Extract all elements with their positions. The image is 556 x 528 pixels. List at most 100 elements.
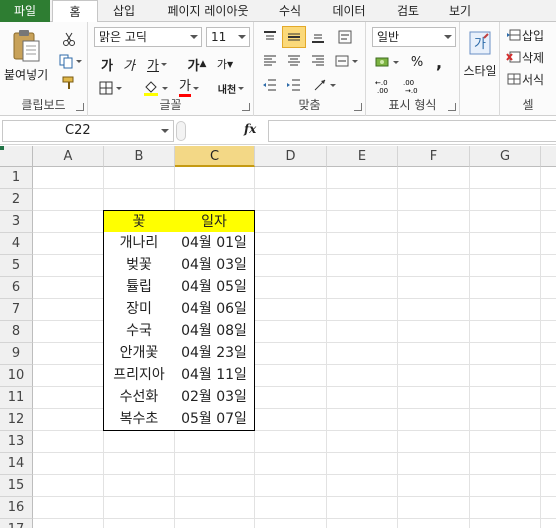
phonetic-button[interactable]: 내천 <box>216 78 246 98</box>
cut-button[interactable] <box>60 30 78 48</box>
paste-label[interactable]: 붙여넣기 <box>4 66 48 83</box>
table-cell[interactable]: 수국 <box>103 320 175 343</box>
table-cell[interactable]: 수선화 <box>103 386 175 409</box>
top-align-button[interactable] <box>260 28 280 46</box>
font-name-dropdown[interactable]: 맑은 고딕 <box>94 27 202 47</box>
alignment-launcher[interactable] <box>354 103 362 111</box>
fill-color-button[interactable] <box>140 78 170 98</box>
styles-label[interactable]: 스타일 <box>460 62 500 79</box>
table-cell[interactable]: 04월 23일 <box>174 342 255 365</box>
table-header-cell[interactable]: 꽃 <box>103 210 175 233</box>
column-header-h[interactable] <box>541 146 556 167</box>
row-header-15[interactable]: 15 <box>0 475 33 497</box>
table-cell[interactable]: 프리지아 <box>103 364 175 387</box>
tab-review[interactable]: 검토 <box>388 0 428 22</box>
insert-cells-button[interactable]: 삽입 <box>506 26 556 44</box>
row-header-8[interactable]: 8 <box>0 321 33 343</box>
row-header-6[interactable]: 6 <box>0 277 33 299</box>
row-header-13[interactable]: 13 <box>0 431 33 453</box>
tab-page-layout[interactable]: 페이지 레이아웃 <box>158 0 258 22</box>
column-header-b[interactable]: B <box>104 146 175 167</box>
left-align-button[interactable] <box>260 52 280 70</box>
format-painter-button[interactable] <box>60 74 78 92</box>
formula-input[interactable] <box>268 120 556 142</box>
table-cell[interactable]: 복수초 <box>103 408 175 431</box>
delete-cells-button[interactable]: 삭제 <box>506 48 556 66</box>
row-header-4[interactable]: 4 <box>0 233 33 255</box>
worksheet-grid[interactable]: ABCDEFG 1234567891011121314151617 꽃일자개나리… <box>0 146 556 528</box>
copy-button[interactable] <box>58 52 82 70</box>
table-cell[interactable]: 04월 05일 <box>174 276 255 299</box>
column-header-c[interactable]: C <box>175 146 255 167</box>
row-header-2[interactable]: 2 <box>0 189 33 211</box>
row-header-3[interactable]: 3 <box>0 211 33 233</box>
decrease-decimal-button[interactable]: .00 →.0 <box>402 76 426 96</box>
row-header-16[interactable]: 16 <box>0 497 33 519</box>
table-cell[interactable]: 튤립 <box>103 276 175 299</box>
borders-button[interactable] <box>96 78 124 98</box>
column-header-g[interactable]: G <box>470 146 541 167</box>
row-header-1[interactable]: 1 <box>0 167 33 189</box>
row-header-9[interactable]: 9 <box>0 343 33 365</box>
number-format-dropdown[interactable]: 일반 <box>372 27 456 47</box>
table-cell[interactable]: 02월 03일 <box>174 386 255 409</box>
tab-formulas[interactable]: 수식 <box>270 0 310 22</box>
table-cell[interactable]: 04월 03일 <box>174 254 255 277</box>
name-box[interactable]: C22 <box>2 120 174 142</box>
center-align-button[interactable] <box>284 52 304 70</box>
row-header-7[interactable]: 7 <box>0 299 33 321</box>
middle-align-button[interactable] <box>282 26 306 48</box>
row-header-14[interactable]: 14 <box>0 453 33 475</box>
underline-button[interactable]: 가 <box>144 54 170 74</box>
increase-decimal-button[interactable]: ←.0.00 <box>374 76 398 96</box>
merge-center-button[interactable] <box>332 52 360 70</box>
bold-button[interactable]: 가 <box>98 54 116 74</box>
column-header-e[interactable]: E <box>327 146 398 167</box>
row-header-5[interactable]: 5 <box>0 255 33 277</box>
table-cell[interactable]: 개나리 <box>103 232 175 255</box>
table-cell[interactable]: 장미 <box>103 298 175 321</box>
row-header-12[interactable]: 12 <box>0 409 33 431</box>
column-header-f[interactable]: F <box>398 146 470 167</box>
tab-data[interactable]: 데이터 <box>326 0 372 22</box>
column-header-d[interactable]: D <box>255 146 327 167</box>
grow-font-button[interactable]: 가 ▲ <box>184 54 210 74</box>
row-header-17[interactable]: 17 <box>0 519 33 528</box>
formula-bar-splitter[interactable] <box>176 121 186 141</box>
table-cell[interactable]: 안개꽃 <box>103 342 175 365</box>
row-header-10[interactable]: 10 <box>0 365 33 387</box>
accounting-button[interactable] <box>372 52 402 72</box>
table-cell[interactable]: 벚꽃 <box>103 254 175 277</box>
font-color-button[interactable]: 가 <box>174 78 204 98</box>
tab-insert[interactable]: 삽입 <box>104 0 144 22</box>
table-header-cell[interactable]: 일자 <box>174 210 255 233</box>
decrease-indent-button[interactable] <box>260 76 280 94</box>
increase-indent-button[interactable] <box>284 76 304 94</box>
format-cells-button[interactable]: 서식 <box>506 70 556 88</box>
table-cell[interactable]: 04월 11일 <box>174 364 255 387</box>
tab-home[interactable]: 홈 <box>52 0 98 23</box>
table-cell[interactable]: 04월 01일 <box>174 232 255 255</box>
font-size-dropdown[interactable]: 11 <box>206 27 250 47</box>
percent-button[interactable]: % <box>408 52 426 72</box>
table-cell[interactable]: 04월 08일 <box>174 320 255 343</box>
tab-view[interactable]: 보기 <box>440 0 480 22</box>
select-all-button[interactable] <box>0 146 33 167</box>
styles-button[interactable]: 가 <box>466 28 494 58</box>
table-cell[interactable]: 05월 07일 <box>174 408 255 431</box>
column-header-a[interactable]: A <box>33 146 104 167</box>
shrink-font-button[interactable]: 가 ▼ <box>212 54 238 74</box>
italic-button[interactable]: 가 <box>120 54 138 74</box>
tab-file[interactable]: 파일 <box>0 0 50 22</box>
right-align-button[interactable] <box>308 52 328 70</box>
table-cell[interactable]: 04월 06일 <box>174 298 255 321</box>
orientation-button[interactable] <box>310 76 338 94</box>
row-header-11[interactable]: 11 <box>0 387 33 409</box>
comma-button[interactable]: , <box>430 52 448 72</box>
insert-function-icon[interactable]: fx <box>244 122 256 136</box>
bottom-align-button[interactable] <box>308 28 328 46</box>
clipboard-launcher[interactable] <box>76 103 84 111</box>
number-launcher[interactable] <box>448 103 456 111</box>
paste-button[interactable] <box>8 26 44 66</box>
wrap-text-button[interactable] <box>332 28 358 46</box>
